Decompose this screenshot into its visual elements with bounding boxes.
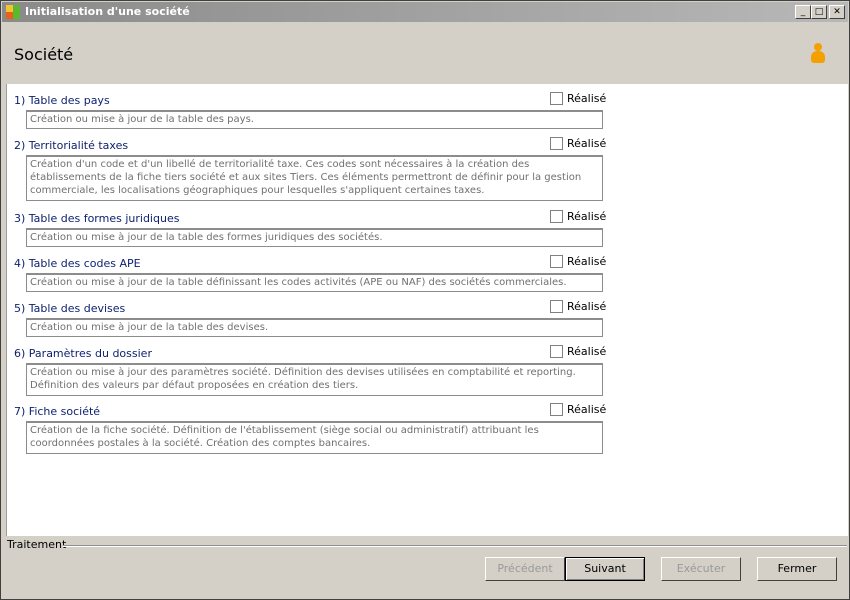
step-description: Création ou mise à jour des paramètres s… <box>26 363 603 396</box>
done-label: Réalisé <box>567 137 607 150</box>
page-header: Société <box>2 23 848 83</box>
done-checkbox[interactable] <box>550 137 563 150</box>
separator <box>63 545 847 547</box>
step-label: 4) Table des codes APE <box>14 257 141 270</box>
window-title: Initialisation d'une société <box>25 5 190 18</box>
title-bar[interactable]: Initialisation d'une société _ □ ✕ <box>2 2 848 22</box>
previous-button[interactable]: Précédent <box>485 557 565 581</box>
treatment-label: Traitement <box>7 538 67 551</box>
step-description: Création ou mise à jour de la table des … <box>26 228 603 247</box>
next-button[interactable]: Suivant <box>565 557 645 581</box>
done-label: Réalisé <box>567 92 607 105</box>
close-button[interactable]: Fermer <box>757 557 837 581</box>
done-checkbox[interactable] <box>550 255 563 268</box>
execute-button[interactable]: Exécuter <box>661 557 741 581</box>
done-label: Réalisé <box>567 345 607 358</box>
done-label: Réalisé <box>567 255 607 268</box>
page-title: Société <box>14 45 74 64</box>
done-checkbox[interactable] <box>550 300 563 313</box>
wizard-window: Initialisation d'une société _ □ ✕ Socié… <box>0 0 850 600</box>
step-label: 3) Table des formes juridiques <box>14 212 180 225</box>
done-checkbox[interactable] <box>550 403 563 416</box>
user-icon <box>810 43 826 65</box>
done-label: Réalisé <box>567 300 607 313</box>
step-description: Création ou mise à jour de la table défi… <box>26 273 603 292</box>
step-description: Création ou mise à jour de la table des … <box>26 318 603 337</box>
step-label: 6) Paramètres du dossier <box>14 347 152 360</box>
done-label: Réalisé <box>567 210 607 223</box>
step-label: 1) Table des pays <box>14 94 110 107</box>
minimize-button[interactable]: _ <box>795 5 811 19</box>
done-checkbox[interactable] <box>550 345 563 358</box>
maximize-button[interactable]: □ <box>811 5 827 19</box>
done-checkbox[interactable] <box>550 210 563 223</box>
step-label: 5) Table des devises <box>14 302 126 315</box>
step-description: Création d'un code et d'un libellé de te… <box>26 155 603 201</box>
step-label: 2) Territorialité taxes <box>14 139 129 152</box>
step-description: Création de la fiche société. Définition… <box>26 421 603 454</box>
step-label: 7) Fiche société <box>14 405 101 418</box>
done-label: Réalisé <box>567 403 607 416</box>
close-window-button[interactable]: ✕ <box>829 5 845 19</box>
done-checkbox[interactable] <box>550 92 563 105</box>
step-description: Création ou mise à jour de la table des … <box>26 110 603 129</box>
steps-panel: 1) Table des pays Réalisé Création ou mi… <box>6 84 848 536</box>
app-icon <box>6 5 20 19</box>
